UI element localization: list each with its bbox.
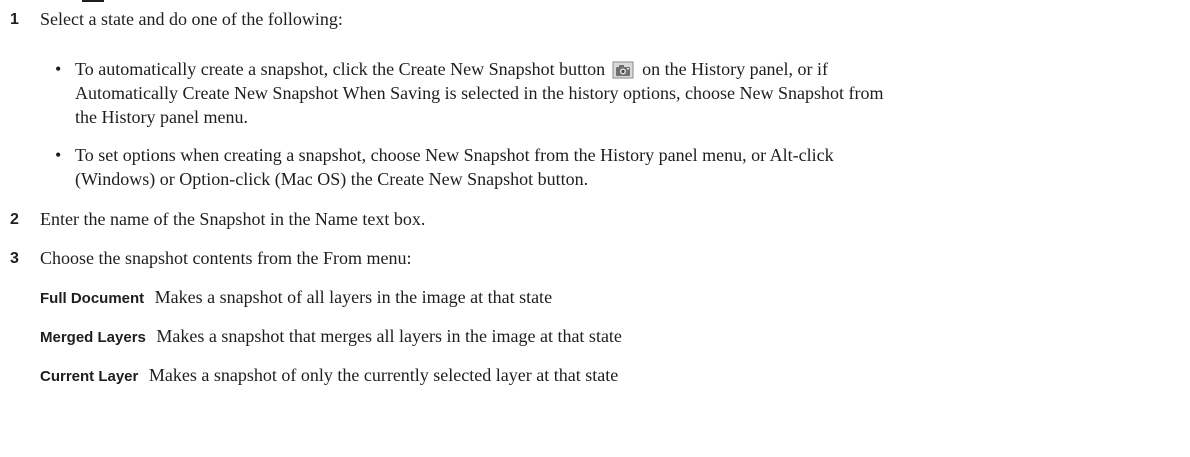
definition-row: Full Document Makes a snapshot of all la… bbox=[40, 286, 552, 310]
definition-desc: Makes a snapshot that merges all layers … bbox=[156, 326, 622, 346]
step-text: Enter the name of the Snapshot in the Na… bbox=[40, 209, 426, 229]
step-number: 3 bbox=[10, 250, 19, 267]
definition-term: Current Layer bbox=[40, 368, 139, 385]
definition-desc: Makes a snapshot of all layers in the im… bbox=[154, 287, 553, 307]
definition-row: Merged Layers Makes a snapshot that merg… bbox=[40, 325, 622, 349]
step-text: Choose the snapshot contents from the Fr… bbox=[40, 248, 412, 268]
document-page: 1 Select a state and do one of the follo… bbox=[0, 0, 1190, 457]
bullet-line: Automatically Create New Snapshot When S… bbox=[75, 83, 884, 103]
bullet-line: To automatically create a snapshot, clic… bbox=[75, 58, 828, 81]
camera-snapshot-icon bbox=[612, 61, 634, 79]
definition-term: Full Document bbox=[40, 290, 145, 307]
step-number: 2 bbox=[10, 211, 19, 228]
step-text: Select a state and do one of the followi… bbox=[40, 9, 343, 29]
step-number: 1 bbox=[10, 11, 19, 28]
bullet-glyph: • bbox=[55, 145, 62, 165]
definition-term: Merged Layers bbox=[40, 329, 146, 346]
cropped-heading-fragment bbox=[10, 0, 120, 2]
bullet-glyph: • bbox=[55, 59, 62, 79]
bullet-text: To automatically create a snapshot, clic… bbox=[75, 59, 606, 79]
bullet-line: To set options when creating a snapshot,… bbox=[75, 145, 834, 165]
bullet-text: on the History panel, or if bbox=[642, 59, 829, 79]
definition-desc: Makes a snapshot of only the currently s… bbox=[148, 365, 619, 385]
bullet-line: the History panel menu. bbox=[75, 107, 248, 127]
definition-row: Current Layer Makes a snapshot of only t… bbox=[40, 364, 618, 388]
bullet-line: (Windows) or Option-click (Mac OS) the C… bbox=[75, 169, 589, 189]
